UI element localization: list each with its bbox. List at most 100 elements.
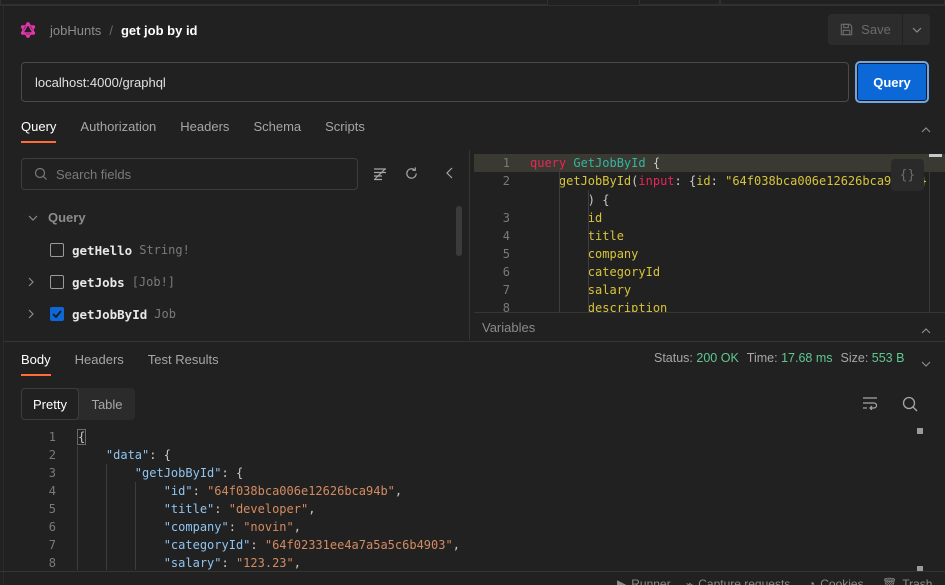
runner-icon: ▶ [617, 577, 627, 585]
pane-divider[interactable] [469, 150, 470, 340]
tab-authorization[interactable]: Authorization [80, 112, 156, 142]
tab-headers[interactable]: Headers [180, 112, 229, 142]
editor-line[interactable]: 6 categoryId [474, 263, 945, 281]
time-info[interactable]: Time: 17.68 ms [747, 351, 833, 365]
indent-guide [588, 190, 589, 312]
chevron-down-icon [921, 361, 931, 367]
search-placeholder: Search fields [56, 166, 132, 182]
tab-response-headers[interactable]: Headers [75, 345, 124, 375]
field-checkbox[interactable] [50, 243, 64, 257]
editor-line[interactable]: ) { [474, 191, 945, 209]
response-options-button[interactable] [921, 355, 931, 370]
variables-panel-header[interactable]: Variables [474, 312, 945, 341]
editor-line[interactable]: 8 description [474, 299, 945, 312]
code-text: salary [587, 283, 632, 297]
request-name[interactable]: get job by id [121, 23, 198, 38]
field-checkbox-checked[interactable] [50, 307, 64, 321]
save-button[interactable]: Save [828, 14, 902, 45]
field-row-getjobbyid[interactable]: getJobById Job [28, 304, 176, 324]
line-number: 1 [502, 156, 510, 170]
tab-test-results[interactable]: Test Results [148, 345, 219, 375]
view-pretty[interactable]: Pretty [21, 388, 79, 420]
breadcrumb: jobHunts / get job by id [20, 14, 198, 46]
field-name: getJobById [72, 306, 148, 322]
response-scrollbar-up[interactable] [917, 428, 923, 434]
view-table[interactable]: Table [79, 388, 135, 420]
graphql-icon [20, 22, 36, 38]
footer-runner-label: Runner [631, 577, 671, 585]
send-query-button[interactable]: Query [855, 61, 929, 103]
field-checkbox[interactable] [50, 275, 64, 289]
response-divider[interactable] [4, 341, 945, 342]
chevron-right-icon[interactable] [28, 277, 50, 287]
line-number: 8 [48, 556, 56, 570]
line-number: 4 [48, 484, 56, 498]
indent-guide [106, 464, 107, 570]
editor-scrollbar[interactable] [929, 154, 930, 312]
tab-query[interactable]: Query [21, 112, 57, 143]
size-value: 553 B [871, 351, 905, 365]
url-input[interactable]: localhost:4000/graphql [21, 62, 849, 102]
time-label: Time: [746, 351, 778, 365]
search-fields-input[interactable]: Search fields [21, 158, 358, 190]
size-info[interactable]: Size: 553 B [841, 351, 905, 365]
cookie-icon: ◔ [808, 577, 816, 585]
line-number: 7 [502, 283, 510, 297]
breadcrumb-separator: / [109, 22, 113, 38]
editor-line[interactable]: 2 getJobById(input: {id: "64f038bca006e1… [474, 172, 945, 190]
tab-scripts[interactable]: Scripts [325, 112, 365, 142]
editor-line[interactable]: 7 salary [474, 281, 945, 299]
editor-line[interactable]: 3 id [474, 209, 945, 227]
tab-schema[interactable]: Schema [253, 112, 301, 142]
tree-root-query[interactable]: Query [28, 210, 86, 225]
tab-strip-segment [720, 0, 945, 5]
editor-line[interactable]: 1 query GetJobById { [474, 154, 945, 172]
field-row-getjobs[interactable]: getJobs [Job!] [28, 272, 175, 292]
save-label: Save [861, 22, 891, 37]
explorer-scrollbar[interactable] [456, 206, 462, 256]
chevron-up-icon [921, 328, 931, 334]
expand-variables-button[interactable] [921, 322, 931, 337]
chevron-right-icon[interactable] [28, 309, 50, 319]
filter-fields-button[interactable] [372, 166, 388, 182]
footer-trash[interactable]: 🗑 Trash [882, 577, 932, 585]
editor-line[interactable]: 5 company [474, 245, 945, 263]
code-text: "company": "novin", [163, 520, 301, 534]
field-name: getJobs [72, 274, 125, 290]
search-icon [34, 167, 48, 181]
editor-scrollbar-thumb[interactable] [929, 154, 942, 157]
response-meta: Status: 200 OK Time: 17.68 ms Size: 553 … [654, 351, 904, 365]
field-type: String! [139, 243, 190, 257]
search-response-button[interactable] [902, 396, 918, 412]
status-info[interactable]: Status: 200 OK [654, 351, 739, 365]
window-top-strip [0, 0, 945, 6]
code-text: "data": { [105, 448, 171, 462]
filter-icon [374, 168, 386, 181]
collapse-explorer-button[interactable] [446, 167, 454, 179]
save-options-dropdown[interactable] [903, 14, 930, 45]
tab-body[interactable]: Body [21, 345, 51, 376]
breadcrumb-collection[interactable]: jobHunts [50, 23, 101, 38]
footer-capture-requests[interactable]: ⌁ Capture requests [686, 577, 790, 585]
query-editor[interactable]: 1 query GetJobById {2 getJobById(input: {… [474, 150, 945, 312]
indent-guide [559, 172, 560, 312]
field-row-gethello[interactable]: getHello String! [28, 240, 190, 260]
response-body[interactable]: 1 {2 "data": {3 "getJobById": {4 "id": "6… [0, 428, 930, 570]
refresh-icon [406, 167, 417, 179]
refresh-schema-button[interactable] [404, 166, 419, 181]
tab-strip-segment [0, 0, 548, 5]
line-number: 6 [502, 265, 510, 279]
editor-line[interactable]: 4 title [474, 227, 945, 245]
code-text: { [77, 429, 87, 445]
code-text: categoryId [587, 265, 661, 279]
view-mode-toggle: Pretty Table [21, 388, 135, 420]
code-text: title [587, 229, 624, 243]
request-tabs: Query Authorization Headers Schema Scrip… [21, 112, 365, 143]
save-button-group: Save [828, 14, 930, 45]
collapse-request-button[interactable] [921, 121, 931, 136]
wrap-lines-button[interactable] [862, 396, 878, 410]
prettify-button[interactable]: {} [891, 159, 924, 191]
code-text: ) { [530, 193, 610, 207]
footer-runner[interactable]: ▶ Runner [617, 577, 671, 585]
footer-cookies[interactable]: ◔ Cookies [808, 577, 864, 585]
